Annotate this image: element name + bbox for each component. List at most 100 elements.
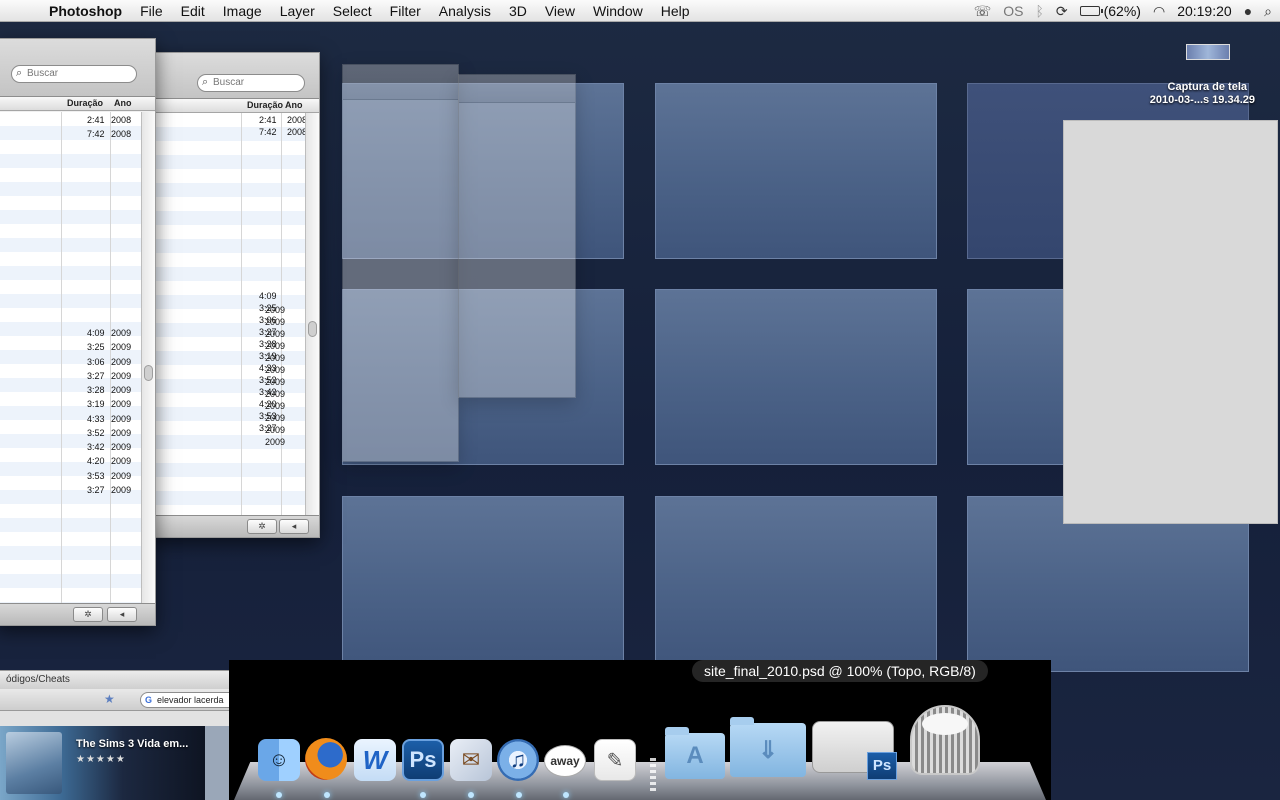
menu-filter[interactable]: Filter: [381, 0, 430, 22]
table-row[interactable]: 7:42: [259, 125, 277, 139]
gear-icon[interactable]: ✲: [73, 607, 103, 622]
dock-item-word[interactable]: W: [354, 739, 396, 781]
applications-folder-icon: A: [665, 726, 725, 779]
dock-item-adium[interactable]: away: [544, 744, 586, 778]
finder-window-front[interactable]: Buscar Duração Ano 2:41 2008 7:42 2008 4…: [0, 38, 156, 626]
table-row[interactable]: 7:42 2008: [87, 127, 141, 141]
ghost-window: [342, 64, 459, 462]
file-name-line2: 2010-03-...s 19.34.29: [1149, 94, 1255, 106]
dock-item-mail[interactable]: ✉: [450, 739, 492, 781]
dock-item-trash[interactable]: [910, 702, 980, 778]
sync-icon[interactable]: ⟳: [1056, 0, 1068, 22]
dock-item-applications[interactable]: A: [665, 726, 725, 779]
duration-column-header[interactable]: Duração: [67, 98, 103, 108]
menu-3d[interactable]: 3D: [500, 0, 536, 22]
space-tile[interactable]: [342, 496, 624, 672]
running-indicator: [324, 792, 330, 798]
file-name-line1: Captura de tela: [1167, 81, 1247, 93]
menu-window[interactable]: Window: [584, 0, 652, 22]
firefox-icon: [305, 738, 347, 780]
menu-app-name[interactable]: Photoshop: [40, 0, 131, 22]
dock-item-downloads[interactable]: ⇓: [730, 717, 806, 778]
menu-edit[interactable]: Edit: [172, 0, 214, 22]
sims-banner[interactable]: The Sims 3 Vida em... ★★★★★: [0, 726, 205, 800]
search-field[interactable]: Buscar: [197, 74, 305, 92]
battery-status[interactable]: (62%): [1079, 3, 1141, 19]
window-toolbar: Buscar: [0, 39, 155, 97]
table-row[interactable]: 3:27 2009: [87, 369, 141, 383]
table-row[interactable]: 3:19 2009: [87, 397, 141, 411]
clock[interactable]: 20:19:20: [1177, 3, 1232, 19]
dock-tooltip: site_final_2010.psd @ 100% (Topo, RGB/8): [692, 660, 988, 682]
table-row[interactable]: 3:28 2009: [87, 383, 141, 397]
dock-item-itunes[interactable]: ♫: [497, 738, 539, 781]
running-indicator: [468, 792, 474, 798]
sidebar-toggle-icon[interactable]: ◂: [279, 519, 309, 534]
ghost-window: [458, 74, 576, 398]
table-row[interactable]: 4:33 2009: [87, 412, 141, 426]
table-row[interactable]: 3:53 2009: [87, 469, 141, 483]
trash-icon: [910, 705, 980, 775]
menu-file[interactable]: File: [131, 0, 172, 22]
window-toolbar: Buscar: [151, 53, 319, 99]
space-tile[interactable]: [655, 83, 937, 259]
sidebar-toggle-icon[interactable]: ◂: [107, 607, 137, 622]
blank-window[interactable]: [1063, 120, 1278, 524]
gear-icon[interactable]: ✲: [247, 519, 277, 534]
dock-separator: [650, 758, 656, 792]
table-row[interactable]: 2:41 2008: [87, 113, 141, 127]
search-input[interactable]: elevador lacerda: [140, 692, 232, 708]
running-indicator: [563, 792, 569, 798]
year-column-header[interactable]: Ano: [285, 100, 303, 110]
bookmark-star-icon[interactable]: ★: [104, 692, 115, 706]
battery-percent: (62%): [1103, 3, 1141, 19]
scrollbar[interactable]: [305, 113, 319, 515]
table-row[interactable]: 3:52 2009: [87, 426, 141, 440]
user-icon[interactable]: ●: [1244, 0, 1252, 22]
downloads-folder-icon: ⇓: [730, 717, 806, 777]
search-field[interactable]: Buscar: [11, 65, 137, 83]
browser-page: The Sims 3 Vida em... ★★★★★: [0, 726, 232, 800]
window-bottom-bar: ✲ ◂: [151, 515, 319, 537]
year-column-header[interactable]: Ano: [114, 98, 132, 108]
menu-analysis[interactable]: Analysis: [430, 0, 500, 22]
scrollbar[interactable]: [141, 112, 155, 603]
table-row[interactable]: 4:20 2009: [87, 454, 141, 468]
rating-stars: ★★★★★: [76, 754, 126, 765]
table-row[interactable]: 3:42 2009: [87, 440, 141, 454]
spotlight-icon[interactable]: ⌕: [1264, 0, 1272, 22]
textedit-icon: ✎: [594, 739, 636, 781]
menu-select[interactable]: Select: [324, 0, 381, 22]
dock-item-firefox[interactable]: [305, 738, 347, 780]
table-row[interactable]: 3:06 2009: [87, 355, 141, 369]
table-row[interactable]: 2008: [287, 125, 305, 139]
menu-image[interactable]: Image: [214, 0, 271, 22]
os-icon[interactable]: OS: [1003, 0, 1023, 22]
table-row[interactable]: 3:27 2009: [259, 421, 305, 447]
menu-view[interactable]: View: [536, 0, 584, 22]
dock-item-finder[interactable]: ☺: [258, 739, 300, 781]
photoshop-icon: Ps: [402, 738, 444, 781]
bluetooth-icon[interactable]: ᛒ: [1035, 0, 1043, 22]
menu-help[interactable]: Help: [652, 0, 699, 22]
word-icon: W: [354, 739, 396, 781]
finder-window-secondary[interactable]: Buscar Duração Ano 2:41 2008 7:42 2008 4…: [150, 52, 320, 538]
ichat-icon[interactable]: ☏: [974, 0, 992, 22]
dock-item-document-stack[interactable]: Ps: [812, 716, 897, 780]
table-row[interactable]: 3:27 2009: [87, 483, 141, 497]
browser-window[interactable]: ódigos/Cheats ★ elevador lacerda The Sim…: [0, 670, 232, 800]
column-header: Duração Ano: [0, 97, 155, 111]
browser-tab[interactable]: ódigos/Cheats: [0, 671, 232, 689]
itunes-icon: ♫: [497, 738, 539, 781]
table-row[interactable]: 3:25 2009: [87, 340, 141, 354]
banner-image: [6, 732, 62, 794]
dock-item-photoshop[interactable]: Ps: [402, 738, 444, 781]
space-tile[interactable]: [655, 496, 937, 672]
duration-column-header[interactable]: Duração: [247, 100, 283, 110]
table-row[interactable]: 4:09 2009: [87, 326, 141, 340]
dock-item-textedit[interactable]: ✎: [594, 739, 636, 781]
running-indicator: [420, 792, 426, 798]
wifi-icon[interactable]: ◠: [1153, 0, 1165, 22]
space-tile[interactable]: [655, 289, 937, 465]
menu-layer[interactable]: Layer: [271, 0, 324, 22]
